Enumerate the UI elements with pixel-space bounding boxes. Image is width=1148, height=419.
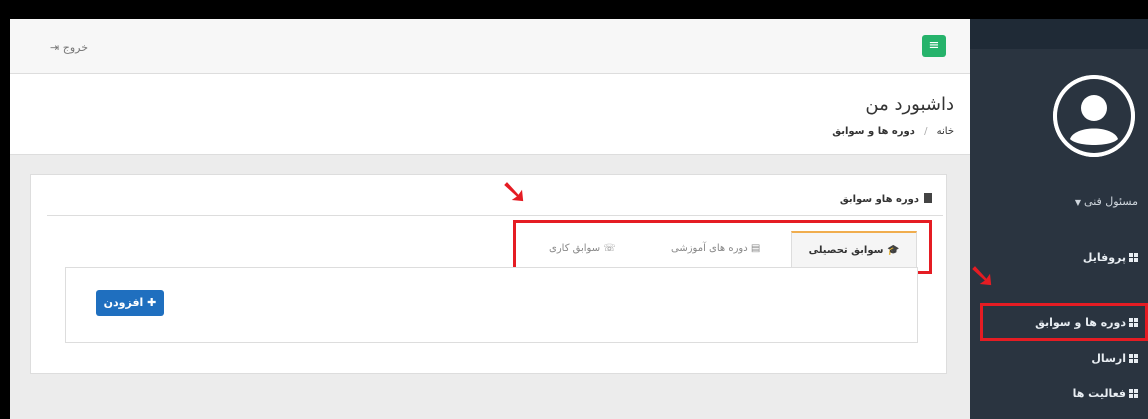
- sidebar-item-send[interactable]: ارسال: [1091, 352, 1138, 365]
- role-label: مسئول فنی: [1084, 195, 1138, 208]
- add-button-label: افزودن: [103, 296, 144, 309]
- annotation-arrow-icon: ➘: [968, 256, 997, 296]
- main-area: خروج ⇥ ≡ داشبورد من خانه / دوره ها و سوا…: [10, 19, 970, 419]
- app-window: خروج ⇥ ≡ داشبورد من خانه / دوره ها و سوا…: [10, 19, 1148, 419]
- sidebar-item-profile[interactable]: پروفایل: [1083, 251, 1138, 264]
- breadcrumb: خانه / دوره ها و سوابق: [832, 126, 954, 137]
- plus-icon: ✚: [147, 296, 157, 309]
- logout-link[interactable]: خروج ⇥: [50, 41, 88, 54]
- sidebar-item-activities[interactable]: فعالیت ها: [1073, 387, 1138, 400]
- tab-content: ✚ افزودن: [65, 267, 918, 343]
- tab-education-label: سوابق تحصیلی: [808, 245, 884, 256]
- tab-education[interactable]: 🎓 سوابق تحصیلی: [791, 231, 917, 269]
- grid-icon: [1129, 318, 1138, 327]
- book-icon: ▤: [750, 243, 761, 254]
- breadcrumb-current: دوره ها و سوابق: [832, 126, 915, 137]
- divider: [47, 215, 943, 216]
- tab-work-history[interactable]: ☏ سوابق کاری: [549, 231, 616, 267]
- breadcrumb-home[interactable]: خانه: [937, 126, 954, 137]
- menu-toggle-button[interactable]: ≡: [922, 35, 946, 57]
- grid-icon: [1129, 389, 1138, 398]
- sidebar-item-label: ارسال: [1091, 352, 1126, 365]
- panel-title: دوره هاو سوابق: [840, 193, 932, 205]
- caret-down-icon: ▼: [1074, 198, 1082, 207]
- sidebar-item-label: فعالیت ها: [1072, 387, 1126, 400]
- sidebar-item-label: دوره ها و سوابق: [1035, 316, 1126, 329]
- role-dropdown[interactable]: مسئول فنی▼: [1075, 195, 1138, 208]
- tab-training-label: دوره های آموزشی: [671, 243, 748, 254]
- sign-out-icon: ⇥: [50, 41, 60, 54]
- sidebar-item-label: پروفایل: [1082, 251, 1126, 264]
- top-bar: خروج ⇥ ≡: [10, 19, 970, 74]
- hamburger-icon: ≡: [928, 38, 940, 53]
- sidebar: مسئول فنی▼ پروفایل دوره ها و سوابق ارسال…: [970, 19, 1148, 419]
- page-header: داشبورد من خانه / دوره ها و سوابق: [10, 74, 970, 155]
- page-title: داشبورد من: [865, 94, 954, 115]
- courses-panel: دوره هاو سوابق 🎓 سوابق تحصیلی ▤ دوره های…: [30, 174, 947, 374]
- annotation-arrow-icon: ➘: [500, 172, 529, 212]
- logout-label: خروج: [62, 41, 89, 54]
- avatar: [1053, 75, 1135, 157]
- graduation-cap-icon: 🎓: [886, 245, 900, 256]
- breadcrumb-separator: /: [924, 126, 928, 137]
- grid-icon: [1129, 253, 1138, 262]
- sidebar-item-courses[interactable]: دوره ها و سوابق: [1035, 316, 1138, 329]
- handshake-icon: ☏: [603, 243, 616, 254]
- tab-training[interactable]: ▤ دوره های آموزشی: [671, 231, 760, 267]
- sidebar-header: [970, 19, 1148, 49]
- tab-work-label: سوابق کاری: [549, 243, 601, 254]
- user-icon: [1053, 75, 1135, 157]
- document-icon: [924, 193, 932, 203]
- panel-title-text: دوره هاو سوابق: [839, 194, 919, 205]
- grid-icon: [1129, 354, 1138, 363]
- add-button[interactable]: ✚ افزودن: [96, 290, 164, 316]
